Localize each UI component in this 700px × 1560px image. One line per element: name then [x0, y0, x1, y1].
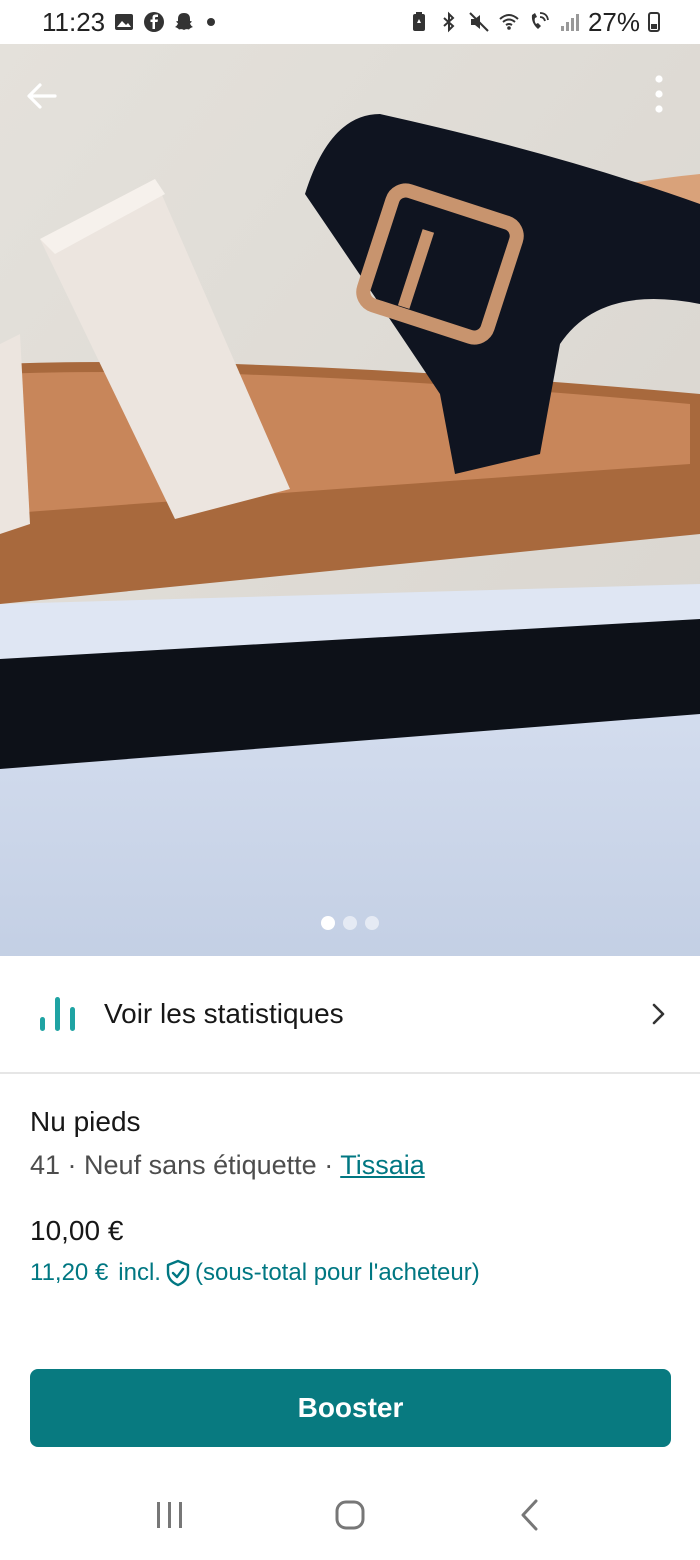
status-time: 11:23: [42, 6, 106, 37]
item-title: Nu pieds: [30, 1106, 141, 1137]
meta-separator: ·: [60, 1150, 85, 1180]
mute-icon: [469, 12, 489, 32]
chevron-right-icon: [652, 1003, 665, 1025]
battery-percent: 27%: [587, 6, 640, 37]
statistics-label: Voir les statistiques: [104, 998, 344, 1029]
carousel-indicator: [0, 916, 700, 930]
product-photo-carousel[interactable]: [0, 44, 700, 956]
signal-icon: [560, 14, 579, 31]
item-condition: Neuf sans étiquette: [84, 1150, 317, 1180]
back-button[interactable]: [20, 74, 64, 118]
carousel-dot[interactable]: [321, 916, 335, 930]
gallery-icon: [115, 14, 134, 30]
item-size: 41: [30, 1150, 61, 1180]
status-left: 11:23: [42, 6, 216, 38]
booster-button[interactable]: Booster: [30, 1369, 671, 1447]
wifi-icon: [499, 14, 519, 30]
sandal-photo: [0, 44, 700, 956]
home-button[interactable]: [320, 1485, 380, 1545]
buyer-price-line[interactable]: 11,20 € incl. (sous-total pour l'acheteu…: [30, 1259, 670, 1287]
chevron-left-icon: [521, 1499, 538, 1531]
more-options-button[interactable]: [644, 72, 674, 116]
recent-apps-button[interactable]: [140, 1485, 200, 1545]
back-nav-button[interactable]: [500, 1485, 560, 1545]
buyer-note: (sous-total pour l'acheteur): [194, 1259, 480, 1286]
item-meta: 41 · Neuf sans étiquette · Tissaia: [30, 1150, 670, 1181]
incl-label: incl.: [118, 1259, 161, 1286]
snapchat-icon: [175, 13, 194, 30]
notification-dot-icon: [207, 18, 216, 26]
item-details: Nu pieds 41 · Neuf sans étiquette · Tiss…: [30, 1106, 670, 1287]
item-price: 10,00 €: [30, 1215, 124, 1246]
carousel-dot[interactable]: [365, 916, 379, 930]
carousel-dot[interactable]: [343, 916, 357, 930]
system-navigation-bar: [0, 1470, 700, 1560]
statistics-row[interactable]: Voir les statistiques: [0, 956, 700, 1074]
more-vertical-icon: [655, 75, 663, 113]
shield-check-icon: [166, 1259, 190, 1287]
meta-separator: ·: [316, 1150, 341, 1180]
wifi-call-icon: [531, 12, 549, 29]
brand-link[interactable]: Tissaia: [340, 1150, 425, 1180]
recent-apps-icon: [157, 1502, 182, 1528]
battery-icon: [648, 12, 660, 32]
bar-chart-icon: [40, 997, 75, 1031]
battery-saver-icon: [412, 12, 425, 31]
buyer-price: 11,20 €: [30, 1259, 109, 1286]
arrow-left-icon: [27, 83, 57, 109]
facebook-icon: [144, 12, 165, 32]
home-icon: [335, 1500, 365, 1530]
status-right: 27%: [408, 7, 660, 38]
status-bar: 11:23 27%: [0, 0, 700, 44]
bluetooth-icon: [443, 11, 455, 33]
